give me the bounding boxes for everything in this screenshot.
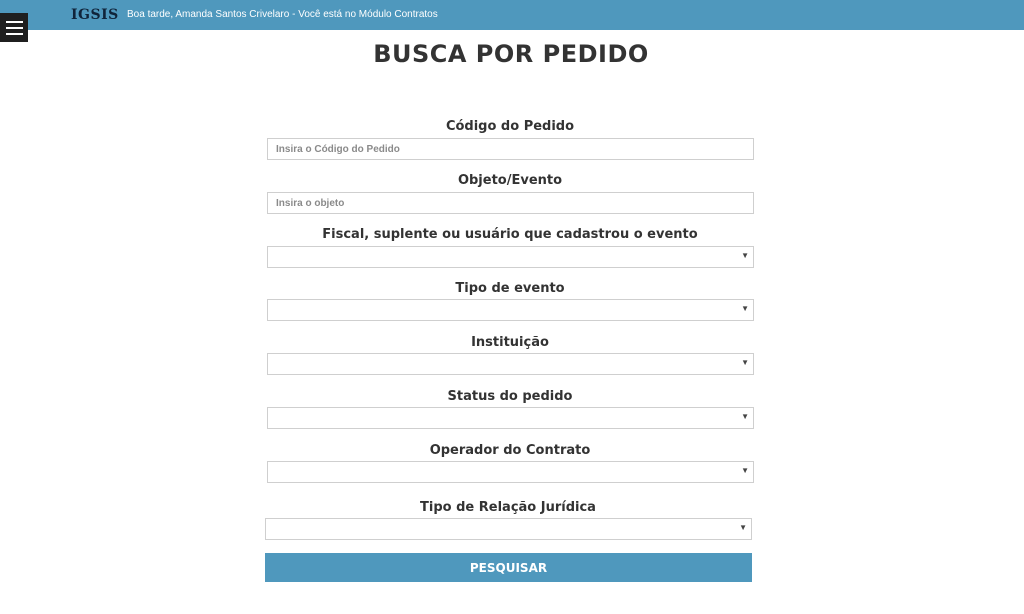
- fiscal-label: Fiscal, suplente ou usuário que cadastro…: [322, 227, 698, 242]
- codigo-pedido-label: Código do Pedido: [445, 119, 575, 134]
- objeto-evento-label: Objeto/Evento: [457, 173, 563, 188]
- chevron-down-icon: ▼: [741, 304, 749, 313]
- status-pedido-select[interactable]: ▼: [267, 407, 754, 429]
- objeto-evento-input[interactable]: [267, 192, 754, 214]
- instituicao-select[interactable]: ▼: [267, 353, 754, 375]
- relacao-juridica-label: Tipo de Relação Jurídica: [420, 500, 596, 515]
- operador-contrato-select[interactable]: ▼: [267, 461, 754, 483]
- greeting-text: Boa tarde, Amanda Santos Crivelaro - Voc…: [127, 9, 438, 20]
- brand-logo[interactable]: IGSIS: [71, 7, 119, 23]
- tipo-evento-select[interactable]: ▼: [267, 299, 754, 321]
- status-pedido-label: Status do pedido: [447, 389, 573, 404]
- relacao-juridica-select[interactable]: ▼: [265, 518, 752, 540]
- chevron-down-icon: ▼: [739, 523, 747, 532]
- tipo-evento-label: Tipo de evento: [455, 281, 565, 296]
- pesquisar-button[interactable]: PESQUISAR: [265, 553, 752, 582]
- operador-contrato-label: Operador do Contrato: [429, 443, 591, 458]
- hamburger-menu-icon[interactable]: [0, 13, 28, 42]
- chevron-down-icon: ▼: [741, 466, 749, 475]
- top-navbar: IGSIS Boa tarde, Amanda Santos Crivelaro…: [0, 0, 1024, 30]
- chevron-down-icon: ▼: [741, 412, 749, 421]
- fiscal-select[interactable]: ▼: [267, 246, 754, 268]
- chevron-down-icon: ▼: [741, 251, 749, 260]
- codigo-pedido-input[interactable]: [267, 138, 754, 160]
- instituicao-label: Instituição: [471, 335, 549, 350]
- page-title: BUSCA POR PEDIDO: [373, 40, 649, 68]
- chevron-down-icon: ▼: [741, 358, 749, 367]
